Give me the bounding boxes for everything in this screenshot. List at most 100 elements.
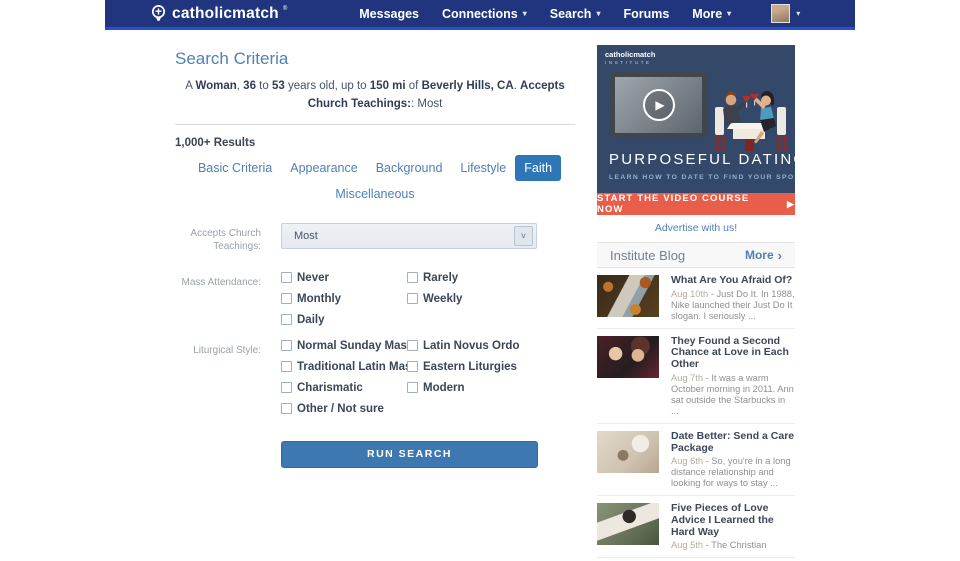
liturgical-style-label: Liturgical Style: bbox=[175, 340, 261, 415]
checkbox-modern[interactable]: Modern bbox=[407, 382, 537, 394]
checkbox-other-not-sure[interactable]: Other / Not sure bbox=[281, 403, 407, 415]
couple-illustration bbox=[703, 81, 795, 157]
run-search-button[interactable]: RUN SEARCH bbox=[281, 441, 538, 468]
ad-subtitle: LEARN HOW TO DATE TO FIND YOUR SPOUSE bbox=[609, 174, 795, 181]
checkbox-charismatic[interactable]: Charismatic bbox=[281, 382, 407, 394]
blog-post[interactable]: Date Better: Send a Care Package Aug 6th… bbox=[597, 424, 795, 496]
mass-attendance-label: Mass Attendance: bbox=[175, 272, 261, 326]
nav-item-more[interactable]: More ▾ bbox=[692, 7, 731, 21]
mass-attendance-options: Never Rarely Monthly Weekly Daily bbox=[281, 272, 537, 326]
catholicmatch-logo[interactable]: catholicmatch ® bbox=[149, 4, 287, 23]
checkbox-box bbox=[407, 340, 418, 351]
checkbox-box bbox=[281, 272, 292, 283]
ad-title: PURPOSEFUL DATING bbox=[609, 151, 795, 168]
blog-post-meta: Aug 10th - Just Do It. In 1988, Nike lau… bbox=[671, 289, 795, 322]
blog-post-meta: Aug 6th - So, you're in a long distance … bbox=[671, 456, 795, 489]
chevron-right-icon: › bbox=[778, 249, 782, 262]
blog-post-date: Aug 7th bbox=[671, 373, 703, 383]
chevron-down-icon: ▾ bbox=[596, 10, 600, 18]
blog-post-title[interactable]: Date Better: Send a Care Package bbox=[671, 431, 795, 455]
blog-post-title[interactable]: Five Pieces of Love Advice I Learned the… bbox=[671, 503, 795, 538]
checkbox-box bbox=[281, 361, 292, 372]
blog-title: Institute Blog bbox=[610, 248, 685, 263]
checkbox-box bbox=[281, 340, 292, 351]
blog-post-title[interactable]: What Are You Afraid Of? bbox=[671, 275, 795, 287]
blog-post-thumbnail[interactable] bbox=[597, 336, 659, 378]
checkbox-daily[interactable]: Daily bbox=[281, 314, 407, 326]
advertise-link[interactable]: Advertise with us! bbox=[597, 222, 795, 234]
sidebar: catholicmatch INSTITUTE ▶ bbox=[597, 30, 795, 558]
checkbox-box bbox=[281, 293, 292, 304]
blog-post-date: Aug 10th bbox=[671, 289, 708, 299]
checkbox-box bbox=[281, 403, 292, 414]
tab-basic-criteria[interactable]: Basic Criteria bbox=[189, 155, 281, 181]
page-title: Search Criteria bbox=[175, 49, 575, 69]
criteria-tabs: Basic Criteria Appearance Background Lif… bbox=[175, 155, 575, 207]
select-chevron-icon[interactable]: ˅ bbox=[514, 226, 533, 246]
checkbox-box bbox=[407, 293, 418, 304]
checkbox-box bbox=[407, 382, 418, 393]
blog-post-excerpt: - The Christian bbox=[706, 540, 767, 550]
nav-item-forums[interactable]: Forums bbox=[623, 7, 669, 21]
checkbox-weekly[interactable]: Weekly bbox=[407, 293, 537, 305]
checkbox-box bbox=[281, 314, 292, 325]
chevron-down-icon: ▾ bbox=[796, 10, 800, 18]
play-button-icon[interactable]: ▶ bbox=[643, 89, 675, 121]
accepts-church-teachings-label: Accepts Church Teachings: bbox=[175, 223, 261, 254]
content: Search Criteria A Woman, 36 to 53 years … bbox=[105, 30, 855, 558]
faith-criteria-form: Accepts Church Teachings: Most ˅ Mass At… bbox=[175, 223, 575, 468]
checkbox-eastern-liturgies[interactable]: Eastern Liturgies bbox=[407, 361, 537, 373]
start-video-course-button[interactable]: START THE VIDEO COURSE NOW ▶ bbox=[597, 193, 795, 215]
avatar bbox=[771, 4, 790, 23]
checkbox-box bbox=[407, 361, 418, 372]
blog-post-meta: Aug 5th - The Christian bbox=[671, 540, 795, 551]
top-nav: catholicmatch ® Messages Connections ▾ S… bbox=[105, 0, 855, 30]
tab-appearance[interactable]: Appearance bbox=[281, 155, 366, 181]
blog-post[interactable]: What Are You Afraid Of? Aug 10th - Just … bbox=[597, 268, 795, 329]
checkbox-monthly[interactable]: Monthly bbox=[281, 293, 407, 305]
checkbox-normal-sunday-mass[interactable]: Normal Sunday Mass bbox=[281, 340, 407, 352]
institute-blog-header: Institute Blog More › bbox=[597, 242, 795, 268]
search-summary: A Woman, 36 to 53 years old, up to 150 m… bbox=[175, 78, 575, 114]
blog-post[interactable]: They Found a Second Chance at Love in Ea… bbox=[597, 329, 795, 424]
nav-menu: Messages Connections ▾ Search ▾ Forums M… bbox=[359, 7, 731, 21]
checkbox-traditional-latin-mass[interactable]: Traditional Latin Mass bbox=[281, 361, 407, 373]
chevron-down-icon: ▾ bbox=[523, 10, 527, 18]
user-menu[interactable]: ▾ bbox=[771, 4, 800, 23]
checkbox-box bbox=[407, 272, 418, 283]
tab-faith[interactable]: Faith bbox=[515, 155, 561, 181]
blog-post-thumbnail[interactable] bbox=[597, 503, 659, 545]
tv-screen: ▶ bbox=[610, 72, 707, 138]
checkbox-never[interactable]: Never bbox=[281, 272, 407, 284]
blog-post-thumbnail[interactable] bbox=[597, 431, 659, 473]
tab-background[interactable]: Background bbox=[367, 155, 452, 181]
play-icon: ▶ bbox=[787, 199, 795, 210]
blog-post-date: Aug 6th bbox=[671, 456, 703, 466]
catholicmatch-logo-icon bbox=[149, 4, 168, 23]
chevron-down-icon: ▾ bbox=[727, 10, 731, 18]
logo-trademark: ® bbox=[283, 6, 287, 12]
tab-lifestyle[interactable]: Lifestyle bbox=[451, 155, 515, 181]
nav-item-messages[interactable]: Messages bbox=[359, 7, 419, 21]
blog-post[interactable]: Five Pieces of Love Advice I Learned the… bbox=[597, 496, 795, 558]
select-value: Most bbox=[282, 230, 318, 242]
divider bbox=[175, 124, 575, 125]
checkbox-rarely[interactable]: Rarely bbox=[407, 272, 537, 284]
catholicmatch-institute-logo: catholicmatch INSTITUTE bbox=[605, 51, 655, 65]
nav-item-connections[interactable]: Connections ▾ bbox=[442, 7, 527, 21]
liturgical-style-options: Normal Sunday Mass Latin Novus Ordo Trad… bbox=[281, 340, 537, 415]
blog-post-title[interactable]: They Found a Second Chance at Love in Ea… bbox=[671, 336, 795, 371]
tab-miscellaneous[interactable]: Miscellaneous bbox=[326, 181, 423, 207]
accepts-church-teachings-select[interactable]: Most ˅ bbox=[281, 223, 537, 249]
blog-post-meta: Aug 7th - It was a warm October morning … bbox=[671, 373, 795, 417]
blog-more-link[interactable]: More › bbox=[745, 248, 782, 262]
nav-item-search[interactable]: Search ▾ bbox=[550, 7, 601, 21]
blog-post-thumbnail[interactable] bbox=[597, 275, 659, 317]
search-criteria-panel: Search Criteria A Woman, 36 to 53 years … bbox=[175, 30, 575, 558]
page: catholicmatch ® Messages Connections ▾ S… bbox=[105, 0, 855, 558]
blog-post-date: Aug 5th bbox=[671, 540, 703, 550]
video-course-ad[interactable]: catholicmatch INSTITUTE ▶ bbox=[597, 45, 795, 215]
logo-text: catholicmatch bbox=[172, 5, 279, 23]
checkbox-latin-novus-ordo[interactable]: Latin Novus Ordo bbox=[407, 340, 537, 352]
checkbox-box bbox=[281, 382, 292, 393]
